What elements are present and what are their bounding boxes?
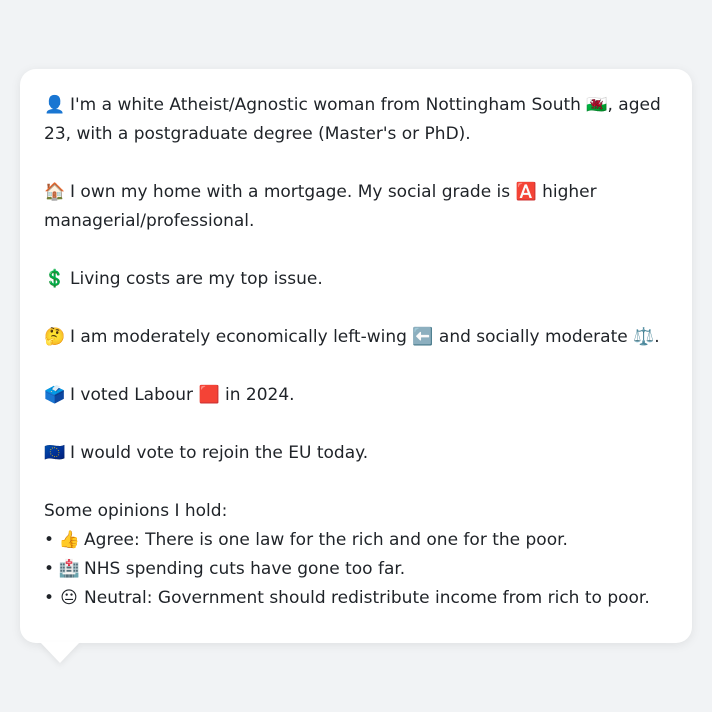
top-issue-line: 💲 Living costs are my top issue.	[44, 265, 668, 294]
neutral-face-icon: 😐	[60, 588, 78, 608]
hospital-icon: 🏥	[58, 559, 80, 579]
dollar-sign-icon: 💲	[44, 269, 66, 289]
chat-message-bubble: 👤 I'm a white Atheist/Agnostic woman from…	[20, 69, 692, 643]
opinion-text: Agree: There is one law for the rich and…	[84, 530, 568, 550]
vote-text: I voted Labour 🟥 in 2024.	[70, 385, 295, 405]
top-issue-text: Living costs are my top issue.	[70, 269, 323, 289]
opinions-heading: Some opinions I hold:	[44, 501, 228, 521]
eu-line: 🇪🇺 I would vote to rejoin the EU today.	[44, 439, 668, 468]
housing-line: 🏠 I own my home with a mortgage. My socia…	[44, 178, 668, 236]
demographics-line: 👤 I'm a white Atheist/Agnostic woman from…	[44, 91, 668, 149]
person-silhouette-icon: 👤	[44, 95, 66, 115]
vote-line: 🗳️ I voted Labour 🟥 in 2024.	[44, 381, 668, 410]
eu-flag-icon: 🇪🇺	[44, 443, 66, 463]
ideology-text: I am moderately economically left-wing ⬅…	[70, 327, 660, 347]
housing-text: I own my home with a mortgage. My social…	[44, 182, 597, 231]
bullet: •	[44, 588, 55, 608]
bubble-tail	[40, 642, 80, 663]
ballot-box-icon: 🗳️	[44, 385, 66, 405]
demographics-text: I'm a white Atheist/Agnostic woman from …	[44, 95, 661, 144]
thumbs-up-icon: 👍	[58, 530, 80, 550]
ideology-line: 🤔 I am moderately economically left-wing …	[44, 323, 668, 352]
opinions-list: • 👍 Agree: There is one law for the rich a…	[44, 526, 668, 613]
bullet: •	[44, 559, 55, 579]
opinion-text: NHS spending cuts have gone too far.	[84, 559, 406, 579]
eu-text: I would vote to rejoin the EU today.	[70, 443, 369, 463]
list-item: • 🏥 NHS spending cuts have gone too far.	[44, 555, 668, 584]
bullet: •	[44, 530, 55, 550]
list-item: • 😐 Neutral: Government should redistribut…	[44, 584, 668, 613]
thinking-face-icon: 🤔	[44, 327, 66, 347]
house-icon: 🏠	[44, 182, 66, 202]
opinion-text: Neutral: Government should redistribute …	[84, 588, 650, 608]
list-item: • 👍 Agree: There is one law for the rich a…	[44, 526, 668, 555]
